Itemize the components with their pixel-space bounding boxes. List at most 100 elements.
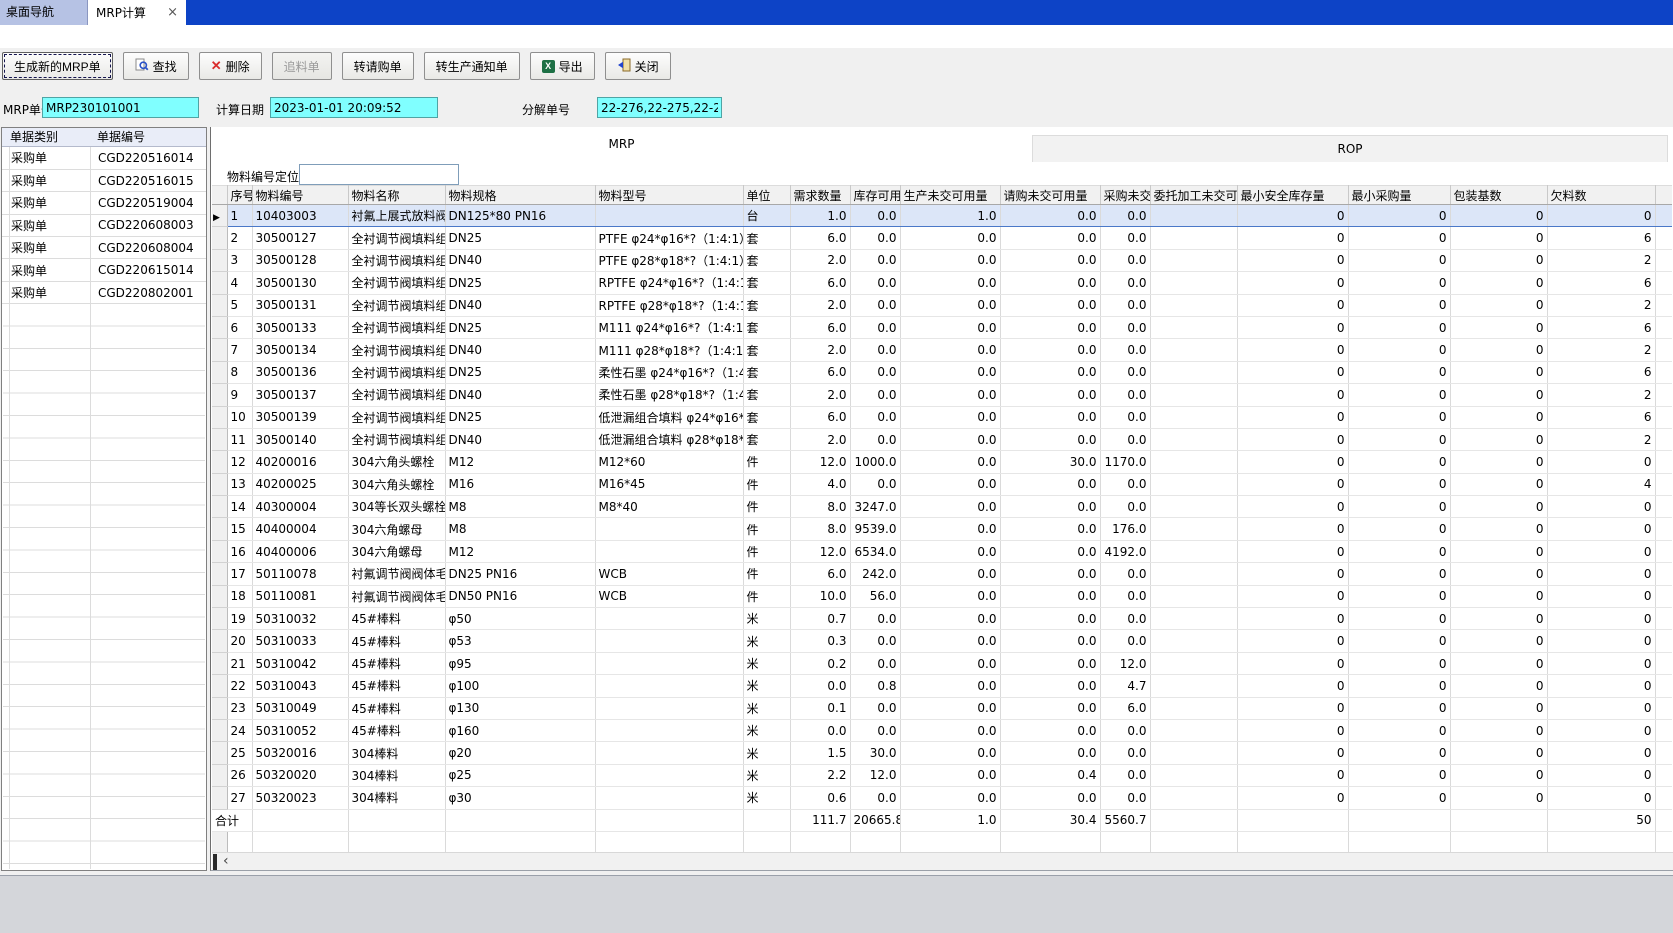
material-row[interactable]: ▶ 23 50310049 45#棒料 φ130 米 0.1 0.0 0.0 0… <box>212 697 1672 719</box>
export-button[interactable]: X 导出 <box>530 52 595 80</box>
col-purch-open[interactable]: 采购未交可用量 <box>1100 186 1150 205</box>
window-tab-mrp-calc[interactable]: MRP计算 × <box>88 0 186 25</box>
col-req-open[interactable]: 请购未交可用量 <box>1000 186 1100 205</box>
material-spec-cell: M16 <box>445 473 595 495</box>
material-row[interactable]: ▶ 25 50320016 304棒料 φ20 米 1.5 30.0 0.0 0… <box>212 742 1672 764</box>
tab-close-icon[interactable]: × <box>167 5 178 20</box>
material-row[interactable]: ▶ 15 40400004 304六角螺母 M8 件 8.0 9539.0 0.… <box>212 518 1672 540</box>
material-row[interactable]: ▶ 22 50310043 45#棒料 φ100 米 0.0 0.8 0.0 0… <box>212 675 1672 697</box>
material-row[interactable]: ▶ 24 50310052 45#棒料 φ160 米 0.0 0.0 0.0 0… <box>212 719 1672 741</box>
to-production-notice-button[interactable]: 转生产通知单 <box>424 52 520 80</box>
consign-open-cell <box>1150 742 1237 764</box>
unit-cell: 套 <box>743 339 790 361</box>
col-unit[interactable]: 单位 <box>743 186 790 205</box>
material-code-cell: 30500131 <box>252 294 348 316</box>
filler-cell <box>1655 294 1672 316</box>
material-row[interactable]: ▶ 11 30500140 全衬调节阀填料组 DN40 低泄漏组合填料 φ28*… <box>212 428 1672 450</box>
close-button[interactable]: 关闭 <box>605 52 671 80</box>
document-row[interactable]: 采购单 CGD220516014 <box>2 147 206 169</box>
min-purchase-cell: 0 <box>1348 227 1450 249</box>
material-row[interactable]: ▶ 21 50310042 45#棒料 φ95 米 0.2 0.0 0.0 0.… <box>212 652 1672 674</box>
material-row[interactable]: ▶ 7 30500134 全衬调节阀填料组 DN40 M111 φ28*φ18*… <box>212 339 1672 361</box>
find-button[interactable]: 查找 <box>123 52 189 80</box>
pack-base-cell: 0 <box>1450 675 1547 697</box>
material-row[interactable]: ▶ 5 30500131 全衬调节阀填料组 DN40 RPTFE φ28*φ18… <box>212 294 1672 316</box>
document-row[interactable]: 采购单 CGD220615014 <box>2 259 206 281</box>
material-spec-cell: DN25 <box>445 316 595 338</box>
to-purchase-request-button[interactable]: 转请购单 <box>342 52 414 80</box>
col-min-purchase[interactable]: 最小采购量 <box>1348 186 1450 205</box>
doc-number-header[interactable]: 单据编号 <box>97 128 145 146</box>
col-material-name[interactable]: 物料名称 <box>348 186 445 205</box>
material-row[interactable]: ▶ 27 50320023 304棒料 φ30 米 0.6 0.0 0.0 0.… <box>212 787 1672 809</box>
pack-base-cell: 0 <box>1450 764 1547 786</box>
material-row[interactable]: ▶ 26 50320020 304棒料 φ25 米 2.2 12.0 0.0 0… <box>212 764 1672 786</box>
window-tab-desktop-nav[interactable]: 桌面导航 <box>0 0 88 25</box>
material-row[interactable]: ▶ 1 10403003 衬氟上展式放料阀 DN125*80 PN16 台 1.… <box>212 205 1672 227</box>
document-row[interactable]: 采购单 CGD220608004 <box>2 237 206 259</box>
min-safe-stock-cell: 0 <box>1237 406 1348 428</box>
material-row[interactable]: ▶ 19 50310032 45#棒料 φ50 米 0.7 0.0 0.0 0.… <box>212 608 1672 630</box>
material-row[interactable]: ▶ 18 50110081 衬氟调节阀阀体毛坯 DN50 PN16 WCB 件 … <box>212 585 1672 607</box>
document-row[interactable]: 采购单 CGD220519004 <box>2 192 206 214</box>
horizontal-scrollbar[interactable]: ‹ <box>212 852 1673 870</box>
col-material-model[interactable]: 物料型号 <box>595 186 743 205</box>
tab-rop[interactable]: ROP <box>1032 135 1668 162</box>
document-row[interactable]: 采购单 CGD220516015 <box>2 169 206 191</box>
min-purchase-cell: 0 <box>1348 361 1450 383</box>
decompose-no-input[interactable] <box>597 97 722 118</box>
stock-avail-cell: 1000.0 <box>850 451 900 473</box>
col-consign-open[interactable]: 委托加工未交可用量 <box>1150 186 1237 205</box>
col-seq[interactable]: 序号 <box>227 186 252 205</box>
generate-mrp-button[interactable]: 生成新的MRP单 <box>2 52 113 80</box>
calc-date-input[interactable] <box>270 97 438 118</box>
material-row[interactable]: ▶ 14 40300004 304等长双头螺栓 M8 M8*40 件 8.0 3… <box>212 496 1672 518</box>
purch-open-cell: 0.0 <box>1100 608 1150 630</box>
min-safe-stock-cell: 0 <box>1237 585 1348 607</box>
material-row[interactable]: ▶ 20 50310033 45#棒料 φ53 米 0.3 0.0 0.0 0.… <box>212 630 1672 652</box>
unit-cell: 套 <box>743 406 790 428</box>
material-row[interactable]: ▶ 3 30500128 全衬调节阀填料组 DN40 PTFE φ28*φ18*… <box>212 249 1672 271</box>
col-min-safe-stock[interactable]: 最小安全库存量 <box>1237 186 1348 205</box>
material-row[interactable]: ▶ 8 30500136 全衬调节阀填料组 DN25 柔性石墨 φ24*φ16*… <box>212 361 1672 383</box>
material-row[interactable]: ▶ 2 30500127 全衬调节阀填料组 DN25 PTFE φ24*φ16*… <box>212 227 1672 249</box>
scrollbar-thumb[interactable] <box>213 854 217 870</box>
col-demand-qty[interactable]: 需求数量 <box>790 186 850 205</box>
document-row[interactable]: 采购单 CGD220802001 <box>2 281 206 303</box>
doc-category-header[interactable]: 单据类别 <box>10 128 58 146</box>
filler-cell <box>1655 227 1672 249</box>
prod-open-cell: 0.0 <box>900 563 1000 585</box>
material-row[interactable]: ▶ 12 40200016 304六角头螺栓 M12 M12*60 件 12.0… <box>212 451 1672 473</box>
material-row[interactable]: ▶ 4 30500130 全衬调节阀填料组 DN25 RPTFE φ24*φ16… <box>212 272 1672 294</box>
seq-cell: 22 <box>227 675 252 697</box>
material-row[interactable]: ▶ 6 30500133 全衬调节阀填料组 DN25 M111 φ24*φ16*… <box>212 316 1672 338</box>
prod-open-cell: 0.0 <box>900 608 1000 630</box>
col-prod-open[interactable]: 生产未交可用量 <box>900 186 1000 205</box>
material-row[interactable]: ▶ 10 30500139 全衬调节阀填料组 DN25 低泄漏组合填料 φ24*… <box>212 406 1672 428</box>
delete-button[interactable]: ✕ 删除 <box>199 52 262 80</box>
col-pack-base[interactable]: 包装基数 <box>1450 186 1547 205</box>
col-material-code[interactable]: 物料编号 <box>252 186 348 205</box>
material-code-cell: 30500137 <box>252 384 348 406</box>
col-shortage[interactable]: 欠料数 <box>1547 186 1655 205</box>
document-row[interactable]: 采购单 CGD220608003 <box>2 214 206 236</box>
mrp-no-input[interactable] <box>42 97 199 118</box>
min-safe-stock-cell: 0 <box>1237 339 1348 361</box>
seq-cell: 23 <box>227 697 252 719</box>
unit-cell: 件 <box>743 473 790 495</box>
seq-cell: 2 <box>227 227 252 249</box>
totals-cell <box>1348 809 1450 831</box>
tab-mrp[interactable]: MRP <box>211 127 1032 162</box>
material-row[interactable]: ▶ 9 30500137 全衬调节阀填料组 DN40 柔性石墨 φ28*φ18*… <box>212 384 1672 406</box>
seq-cell: 7 <box>227 339 252 361</box>
demand-qty-cell: 0.3 <box>790 630 850 652</box>
scroll-left-icon[interactable]: ‹ <box>223 853 229 869</box>
col-stock-avail[interactable]: 库存可用量 <box>850 186 900 205</box>
material-row[interactable]: ▶ 13 40200025 304六角头螺栓 M16 M16*45 件 4.0 … <box>212 473 1672 495</box>
col-material-spec[interactable]: 物料规格 <box>445 186 595 205</box>
purch-open-cell: 0.0 <box>1100 406 1150 428</box>
material-row[interactable]: ▶ 16 40400006 304六角螺母 M12 件 12.0 6534.0 … <box>212 540 1672 562</box>
material-row[interactable]: ▶ 17 50110078 衬氟调节阀阀体毛坯 DN25 PN16 WCB 件 … <box>212 563 1672 585</box>
material-locator-input[interactable] <box>299 164 459 185</box>
shortage-cell: 0 <box>1547 630 1655 652</box>
